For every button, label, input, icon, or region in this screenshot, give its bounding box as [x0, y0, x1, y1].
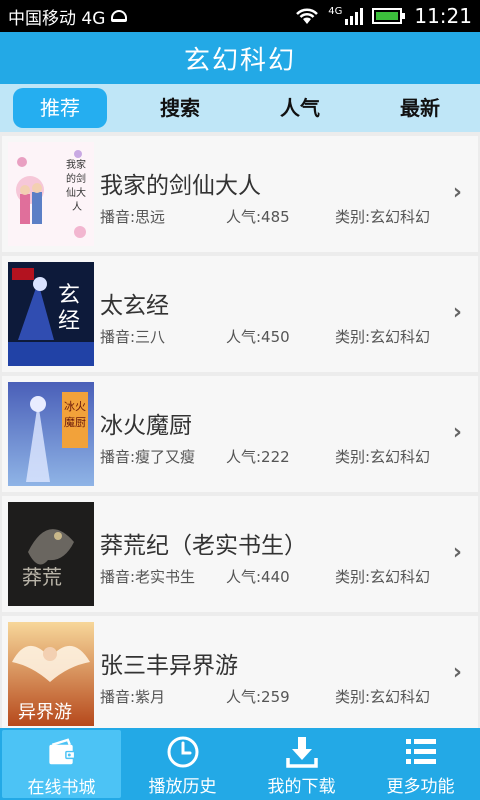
narrator-label: 播音:老实书生: [100, 568, 196, 586]
carrier-group: 中国移动 4G: [8, 4, 128, 29]
narrator-label: 播音:瘦了又瘦: [100, 448, 196, 466]
chevron-right-icon: ›: [452, 420, 462, 445]
nav-label: 更多功能: [386, 777, 455, 797]
popularity-label: 人气:450: [226, 328, 290, 346]
nav-online-store[interactable]: 在线书城: [2, 730, 121, 798]
narrator-label: 播音:三八: [100, 328, 166, 346]
nav-more-features[interactable]: 更多功能: [361, 728, 480, 800]
book-cover: 异界游: [8, 622, 94, 726]
popularity-label: 人气:440: [226, 568, 290, 586]
svg-text:莽荒: 莽荒: [22, 565, 62, 589]
category-label: 类别:玄幻科幻: [335, 688, 431, 706]
list-item[interactable]: 玄 经 太玄经 播音:三八 人气:450 类别:玄幻科幻 ›: [2, 256, 478, 372]
category-label: 类别:玄幻科幻: [335, 448, 431, 466]
popularity-label: 人气:259: [226, 688, 290, 706]
category-label: 类别:玄幻科幻: [335, 208, 431, 226]
list-icon: [405, 739, 436, 764]
tab-popular[interactable]: 人气: [240, 88, 360, 128]
tab-recommend[interactable]: 推荐: [13, 88, 107, 128]
book-title: 张三丰异界游: [100, 653, 238, 679]
chevron-right-icon: ›: [452, 660, 462, 685]
svg-text:冰火: 冰火: [64, 400, 86, 413]
popularity-label: 人气:222: [226, 448, 290, 466]
popularity-label: 人气:485: [226, 208, 290, 226]
list-item[interactable]: 冰火 魔厨 冰火魔厨 播音:瘦了又瘦 人气:222 类别:玄幻科幻 ›: [2, 376, 478, 492]
svg-text:的剑: 的剑: [66, 172, 86, 185]
status-bar: 中国移动 4G 4G 11:21: [0, 0, 480, 32]
network-type: 4G: [328, 5, 343, 17]
download-icon: [285, 737, 318, 768]
svg-text:魔厨: 魔厨: [64, 415, 86, 429]
book-title: 莽荒纪（老实书生）: [100, 533, 307, 559]
bottom-nav: 在线书城 播放历史 我的下载 更多功能: [0, 728, 480, 800]
list-item[interactable]: 异界游 张三丰异界游 播音:紫月 人气:259 类别:玄幻科幻 ›: [2, 616, 478, 728]
narrator-label: 播音:思远: [100, 208, 166, 226]
svg-text:我家: 我家: [66, 158, 86, 171]
wallet-icon: [48, 738, 75, 765]
book-cover: 我家 的剑 仙大 人: [8, 142, 94, 246]
narrator-label: 播音:紫月: [100, 688, 166, 706]
svg-text:仙大: 仙大: [66, 186, 86, 199]
category-label: 类别:玄幻科幻: [335, 328, 431, 346]
book-title: 太玄经: [100, 293, 169, 319]
book-title: 冰火魔厨: [100, 413, 192, 439]
status-icons: 4G 11:21: [294, 4, 472, 28]
book-list: 我家 的剑 仙大 人 我家的剑仙大人 播音:思远 人气:485 类别:玄幻科幻 …: [0, 132, 480, 728]
title-bar: 玄幻科幻: [0, 32, 480, 84]
page-title: 玄幻科幻: [183, 45, 296, 76]
category-label: 类别:玄幻科幻: [335, 568, 431, 586]
svg-text:人: 人: [72, 201, 82, 213]
nav-label: 在线书城: [27, 778, 96, 798]
clock: 11:21: [414, 4, 472, 28]
book-cover: 冰火 魔厨: [8, 382, 94, 486]
battery-icon: [372, 8, 406, 24]
clock-icon: [167, 736, 198, 768]
svg-text:经: 经: [58, 309, 80, 334]
tab-search[interactable]: 搜索: [120, 88, 240, 128]
svg-text:玄: 玄: [58, 283, 80, 308]
tab-bar: 推荐 搜索 人气 最新: [0, 84, 480, 132]
list-item[interactable]: 莽荒 莽荒纪（老实书生） 播音:老实书生 人气:440 类别:玄幻科幻 ›: [2, 496, 478, 612]
signal-icon: [345, 8, 364, 25]
nav-label: 我的下载: [267, 777, 336, 797]
book-cover: 莽荒: [8, 502, 94, 606]
book-cover: 玄 经: [8, 262, 94, 366]
chevron-right-icon: ›: [452, 300, 462, 325]
carrier-label: 中国移动 4G: [8, 8, 106, 29]
wifi-icon: [296, 8, 319, 24]
svg-text:异界游: 异界游: [18, 702, 72, 723]
list-item[interactable]: 我家 的剑 仙大 人 我家的剑仙大人 播音:思远 人气:485 类别:玄幻科幻 …: [2, 136, 478, 252]
chevron-right-icon: ›: [452, 540, 462, 565]
nav-label: 播放历史: [148, 777, 217, 797]
book-title: 我家的剑仙大人: [100, 173, 261, 199]
nav-play-history[interactable]: 播放历史: [123, 728, 242, 800]
android-icon: [111, 10, 128, 22]
nav-my-downloads[interactable]: 我的下载: [242, 728, 361, 800]
chevron-right-icon: ›: [452, 180, 462, 205]
tab-latest[interactable]: 最新: [360, 88, 480, 128]
